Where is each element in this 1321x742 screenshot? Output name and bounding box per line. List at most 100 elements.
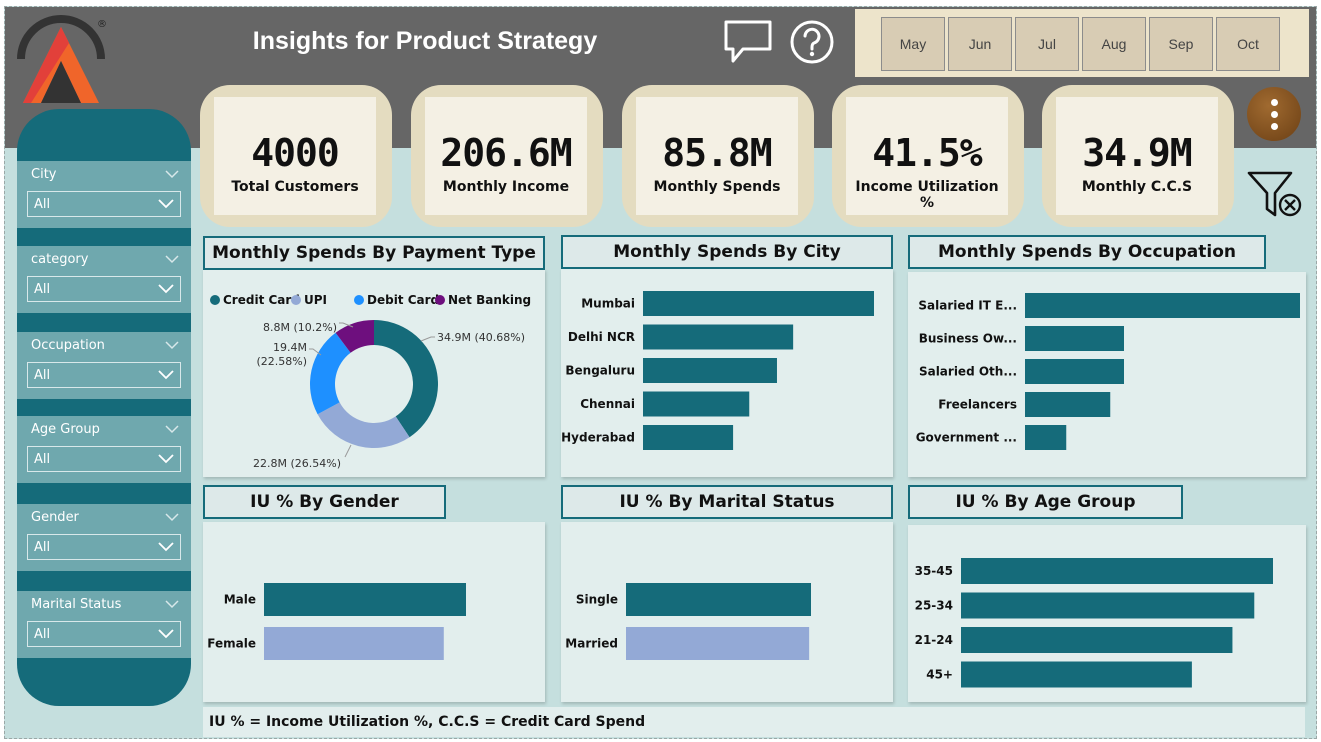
help-icon[interactable] [789,19,835,65]
age-group-dropdown[interactable]: All [27,446,181,472]
leader-line [420,336,435,342]
bar[interactable] [1025,293,1300,318]
bar[interactable] [961,592,1255,619]
more-options-button[interactable] [1247,87,1301,141]
category-label: Chennai [580,397,635,411]
category-label: Delhi NCR [568,330,635,344]
month-button-may[interactable]: May [881,17,945,71]
bar[interactable] [643,425,734,450]
legend-label: Credit Card [223,293,300,307]
category-label: Married [565,637,618,651]
chat-bubble-icon[interactable] [723,19,773,65]
chevron-down-icon [158,284,174,294]
dropdown-value: All [34,627,51,642]
chevron-down-icon[interactable] [165,169,179,179]
bar[interactable] [626,627,810,660]
occupation-dropdown[interactable]: All [27,362,181,388]
kpi-card-monthly-income: 206.6M Monthly Income [411,85,603,227]
panel-title-age-group: IU % By Age Group [908,485,1183,519]
dropdown-value: All [34,197,51,212]
bar[interactable] [643,291,874,316]
category-label: 25-34 [915,599,953,613]
kpi-card-total-customers: 4000 Total Customers [200,85,392,227]
kpi-label: Total Customers [231,179,359,195]
chevron-down-icon [158,199,174,209]
month-button-aug[interactable]: Aug [1082,17,1146,71]
chevron-down-icon[interactable] [165,254,179,264]
page-title: Insights for Product Strategy [252,27,598,55]
dropdown-value: All [34,368,51,383]
dashboard-canvas: ® Insights for Product Strategy May Jun … [4,6,1317,739]
data-label: 34.9M (40.68%) [437,331,525,344]
dropdown-value: All [34,540,51,555]
slicer-category: category All [17,246,191,313]
category-label: Single [576,593,618,607]
category-label: Male [224,593,256,607]
slicer-title: City [31,167,57,182]
bar[interactable] [264,583,466,616]
slicer-title: Marital Status [31,597,122,612]
chevron-down-icon[interactable] [165,599,179,609]
bar[interactable] [643,324,794,350]
chevron-down-icon [158,629,174,639]
bar[interactable] [643,391,750,417]
month-button-sep[interactable]: Sep [1149,17,1213,71]
kpi-label: Monthly C.C.S [1081,179,1193,195]
bar[interactable] [643,358,777,383]
data-label: 8.8M (10.2%) [263,321,337,334]
bar[interactable] [264,627,444,660]
category-dropdown[interactable]: All [27,276,181,302]
kpi-label: Income Utilization % [855,179,999,211]
kpi-card-monthly-spends: 85.8M Monthly Spends [622,85,814,227]
clear-filters-icon[interactable] [1245,167,1305,223]
slicer-age-group: Age Group All [17,416,191,483]
panel-title-city: Monthly Spends By City [561,235,893,269]
category-label: 45+ [926,668,953,682]
category-label: Salaried Oth... [919,365,1017,379]
chart-panel-city: Mumbai Delhi NCR Bengaluru Chennai Hyderabad [561,269,893,477]
kpi-card-monthly-ccs: 34.9M Monthly C.C.S [1042,85,1234,227]
chevron-down-icon[interactable] [165,424,179,434]
chevron-down-icon[interactable] [165,340,179,350]
bar-chart-city: Mumbai Delhi NCR Bengaluru Chennai Hyderabad [561,291,874,450]
donut-slice[interactable] [310,332,351,415]
kpi-value: 41.5% [872,131,982,175]
category-label: Business Ow... [919,332,1017,346]
panel-title-marital-status: IU % By Marital Status [561,485,893,519]
slicer-city: City All [17,161,191,228]
month-slicer: May Jun Jul Aug Sep Oct [855,9,1309,77]
month-button-jun[interactable]: Jun [948,17,1012,71]
kpi-value: 4000 [251,131,340,175]
donut-slice[interactable] [317,402,410,448]
category-label: Mumbai [581,297,635,311]
gender-dropdown[interactable]: All [27,534,181,560]
legend-swatch [354,295,364,305]
bar[interactable] [626,583,811,616]
bar[interactable] [961,661,1192,688]
marital-status-dropdown[interactable]: All [27,621,181,647]
chart-panel-age-group: 35-45 25-34 21-24 45+ [908,525,1306,702]
panel-title-occupation: Monthly Spends By Occupation [908,235,1266,269]
bar[interactable] [961,627,1233,653]
kpi-card-income-utilization: 41.5% Income Utilization % [832,85,1024,227]
dropdown-value: All [34,282,51,297]
kpi-label: Monthly Spends [653,179,781,195]
bar[interactable] [1025,392,1111,417]
bar[interactable] [961,558,1273,584]
category-label: Government ... [916,431,1017,445]
legend-swatch [291,295,301,305]
category-label: 21-24 [915,633,953,647]
chart-panel-occupation: Salaried IT E... Business Ow... Salaried O… [908,272,1306,477]
month-button-oct[interactable]: Oct [1216,17,1280,71]
city-dropdown[interactable]: All [27,191,181,217]
bar[interactable] [1025,425,1067,450]
category-label: 35-45 [915,564,953,578]
bar-chart-marital-status: Single Married [565,583,811,660]
legend-label: Net Banking [448,293,531,307]
chevron-down-icon[interactable] [165,512,179,522]
month-button-jul[interactable]: Jul [1015,17,1079,71]
category-label: Female [207,637,256,651]
bar[interactable] [1025,359,1124,384]
bar[interactable] [1025,326,1124,351]
dot-icon [1270,110,1278,118]
